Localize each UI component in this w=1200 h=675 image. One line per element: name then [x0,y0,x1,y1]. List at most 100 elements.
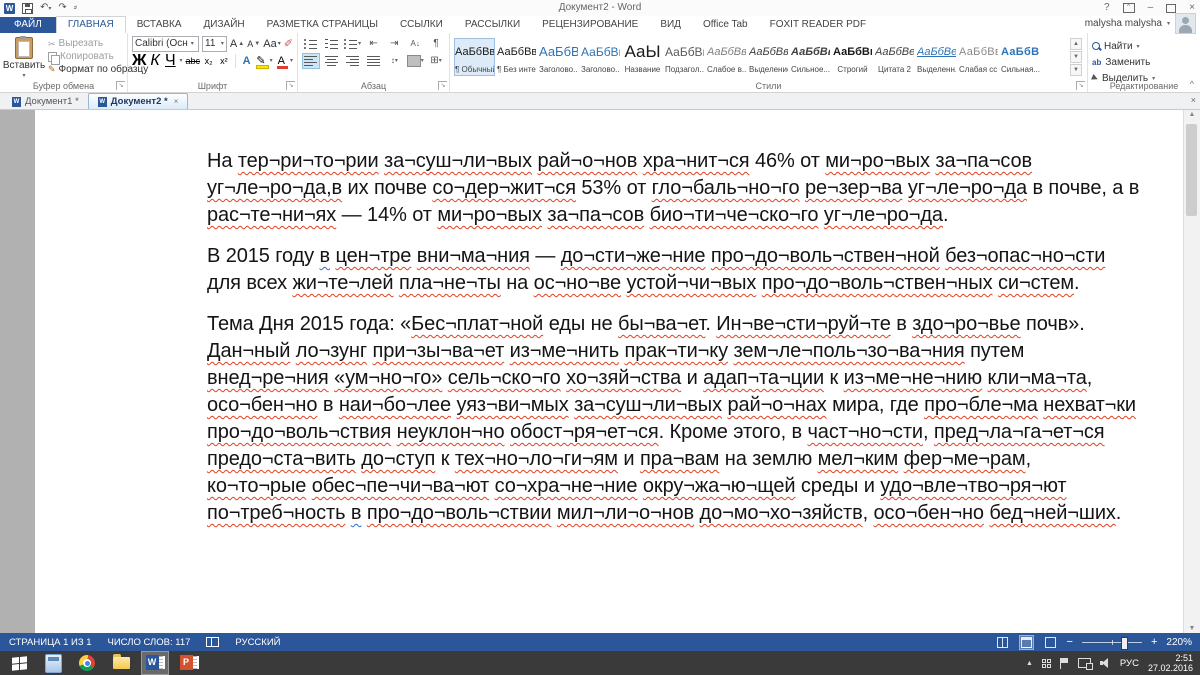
proofing-icon[interactable] [206,637,219,647]
ribbon-tab-insert[interactable]: ВСТАВКА [126,17,193,33]
style-item-11[interactable]: АаБбВеГгЦитата 2 [874,38,915,76]
sort-button[interactable]: А↓ [406,36,424,52]
document-tab-close-icon[interactable]: × [174,97,179,106]
zoom-level[interactable]: 220% [1166,637,1192,648]
zoom-in-icon[interactable]: + [1151,637,1157,648]
find-dropdown-icon[interactable]: ▾ [1137,43,1140,50]
ribbon-tab-file[interactable]: ФАЙЛ [0,17,56,33]
ribbon-tab-review[interactable]: РЕЦЕНЗИРОВАНИЕ [531,17,649,33]
styles-dialog-launcher-icon[interactable]: ↘ [1076,81,1085,90]
print-layout-button[interactable] [1019,635,1034,650]
numbering-button[interactable] [323,36,341,52]
ribbon-tab-mailings[interactable]: РАССЫЛКИ [454,17,531,33]
style-item-3[interactable]: АаБбВіЗаголово... [538,38,579,76]
strikethrough-button[interactable]: abc [186,56,200,66]
bullets-button[interactable] [302,36,320,52]
change-case-button[interactable]: Аа▾ [263,38,281,50]
align-left-button[interactable] [302,53,320,69]
scrollbar-thumb[interactable] [1186,124,1197,216]
align-center-button[interactable] [323,53,341,69]
account-dropdown-icon[interactable]: ▾ [1167,20,1170,27]
styles-scroll-up-icon[interactable]: ▲ [1070,38,1082,50]
language-indicator[interactable]: РУССКИЙ [235,637,280,648]
taskbar-calculator-button[interactable] [39,651,67,675]
taskbar-chrome-button[interactable] [73,651,101,675]
style-item-6[interactable]: АаБбВвГПодзагол... [664,38,705,76]
italic-button[interactable]: К [149,52,161,70]
font-size-select[interactable]: 11 ▾ [202,36,227,52]
taskbar-explorer-button[interactable] [107,651,135,675]
underline-button[interactable]: Ч [164,52,176,70]
paste-dropdown-icon[interactable]: ▾ [22,72,25,79]
ribbon-display-options-icon[interactable]: ^ [1123,3,1135,13]
start-button[interactable] [5,651,33,675]
clipboard-dialog-launcher-icon[interactable]: ↘ [116,81,125,90]
bold-button[interactable]: Ж [132,52,146,70]
zoom-out-icon[interactable]: − [1067,637,1073,648]
decrease-indent-button[interactable]: ⇤ [365,36,383,52]
font-color-dropdown-icon[interactable]: ▾ [290,57,293,64]
highlight-button[interactable]: ✎ [255,55,266,67]
tray-language[interactable]: РУС [1120,658,1139,669]
tab-bar-close-icon[interactable]: × [1191,95,1196,105]
tray-windows-icon[interactable] [1042,659,1051,668]
ribbon-tab-references[interactable]: ССЫЛКИ [389,17,454,33]
justify-button[interactable] [365,53,383,69]
shrink-font-button[interactable]: А▼ [247,38,260,50]
replace-button[interactable]: ab Заменить [1092,55,1196,69]
clear-formatting-button[interactable]: ✐ [284,38,293,50]
ribbon-tab-foxit[interactable]: FOXIT READER PDF [759,17,878,33]
paragraph-dialog-launcher-icon[interactable]: ↘ [438,81,447,90]
scroll-down-icon[interactable]: ▼ [1184,625,1200,632]
superscript-button[interactable]: x² [218,56,230,66]
scroll-up-icon[interactable]: ▲ [1184,111,1200,118]
font-size-dropdown-icon[interactable]: ▾ [221,40,224,47]
restore-icon[interactable] [1166,4,1176,13]
borders-button[interactable]: ⊞▾ [427,53,445,69]
style-item-12[interactable]: АаБбВеГгВыделенн... [916,38,957,76]
account-area[interactable]: malysha malysha ▾ [1085,13,1196,34]
align-right-button[interactable] [344,53,362,69]
style-item-1[interactable]: АаБбВвГг,¶ Обычный [454,38,495,76]
style-item-14[interactable]: АаБбВвГг,Сильная... [1000,38,1041,76]
increase-indent-button[interactable]: ⇥ [385,36,403,52]
style-item-10[interactable]: АаБбВвГг,Строгий [832,38,873,76]
vertical-scrollbar[interactable]: ▲ ▼ [1183,110,1200,633]
line-spacing-button[interactable]: ↕▾ [385,53,403,69]
taskbar-powerpoint-button[interactable]: P [175,651,203,675]
tray-expand-icon[interactable]: ▲ [1026,660,1033,667]
find-button[interactable]: Найти ▾ [1092,39,1196,53]
web-layout-button[interactable] [1043,635,1058,650]
zoom-slider-thumb[interactable] [1121,637,1128,650]
avatar[interactable] [1175,13,1196,34]
subscript-button[interactable]: x₂ [203,56,215,66]
taskbar-word-button[interactable]: W [141,651,169,675]
network-icon[interactable] [1078,658,1091,668]
font-name-select[interactable]: Calibri (Осн ▾ [132,36,199,52]
ribbon-tab-view[interactable]: ВИД [649,17,692,33]
zoom-slider[interactable] [1082,642,1142,643]
ribbon-tab-page-layout[interactable]: РАЗМЕТКА СТРАНИЦЫ [256,17,389,33]
styles-more-icon[interactable]: ▼ [1070,64,1082,76]
document-tab-2[interactable]: WДокумент2 *× [88,93,189,109]
document-text[interactable]: На тер¬ри¬то¬рии за¬суш¬ли¬вых рай¬о¬нов… [35,110,1184,527]
tray-clock[interactable]: 2:51 27.02.2016 [1148,653,1193,673]
styles-scroll-down-icon[interactable]: ▼ [1070,51,1082,63]
show-marks-button[interactable]: ¶ [427,36,445,52]
word-count[interactable]: ЧИСЛО СЛОВ: 117 [108,637,191,648]
shading-button[interactable]: ▾ [406,53,424,69]
ribbon-tab-office-tab[interactable]: Office Tab [692,17,759,33]
font-color-button[interactable]: А [276,55,287,67]
text-effects-button[interactable]: А [241,55,252,67]
grow-font-button[interactable]: А▲ [230,38,244,50]
action-center-flag-icon[interactable] [1060,658,1069,669]
document-tab-1[interactable]: WДокумент1 * [3,94,88,109]
style-item-5[interactable]: АаЫНазвание [622,38,663,76]
underline-dropdown-icon[interactable]: ▾ [180,57,183,64]
collapse-ribbon-icon[interactable]: ^ [1190,79,1194,89]
paste-button[interactable]: Вставить ▾ [4,35,44,79]
style-item-9[interactable]: АаБбВвГг,Сильное... [790,38,831,76]
ribbon-tab-design[interactable]: ДИЗАЙН [193,17,256,33]
font-name-dropdown-icon[interactable]: ▾ [191,40,194,47]
style-item-7[interactable]: АаБбВвГгСлабое в... [706,38,747,76]
